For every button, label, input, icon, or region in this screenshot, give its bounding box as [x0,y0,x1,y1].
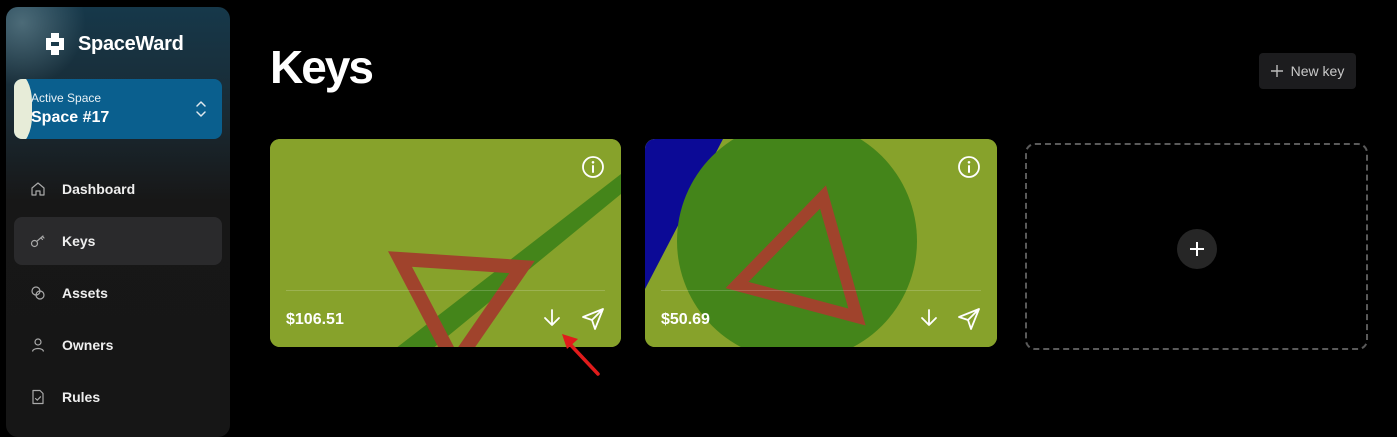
new-key-label: New key [1290,63,1345,79]
key-balance: $106.51 [286,311,344,328]
card-divider [661,290,981,291]
plus-icon [1270,65,1283,77]
sidebar-item-label: Keys [62,233,96,249]
sidebar-item-keys[interactable]: Keys [14,217,222,265]
active-space-name: Space #17 [31,109,110,126]
sidebar-item-label: Rules [62,389,101,405]
add-key-card[interactable] [1025,143,1368,350]
sidebar-item-label: Dashboard [62,181,136,197]
sidebar: SpaceWard Active Space Space #17 Dashboa… [6,7,230,437]
sidebar-nav: Dashboard Keys Assets Owners Rules [14,165,222,425]
chevron-up-down-icon [196,101,206,117]
home-icon [31,182,45,196]
spaceward-logo-icon [46,33,64,55]
key-card[interactable]: $50.69 [645,139,997,347]
sidebar-item-owners[interactable]: Owners [14,321,222,369]
space-avatar [14,79,32,139]
plus-icon [1190,242,1204,256]
key-icon [30,235,45,248]
sidebar-item-label: Owners [62,337,114,353]
sidebar-item-rules[interactable]: Rules [14,373,222,421]
sidebar-item-label: Assets [62,285,108,301]
card-divider [286,290,605,291]
coins-icon [31,286,45,300]
active-space-selector[interactable]: Active Space Space #17 [14,79,222,139]
send-icon[interactable] [956,306,982,332]
key-card[interactable]: $106.51 [270,139,621,347]
sidebar-item-assets[interactable]: Assets [14,269,222,317]
file-check-icon [32,389,44,405]
download-icon[interactable] [541,307,563,329]
add-key-button[interactable] [1177,229,1217,269]
download-icon[interactable] [918,307,940,329]
info-icon[interactable] [957,155,981,179]
new-key-button[interactable]: New key [1259,53,1356,89]
brand[interactable]: SpaceWard [42,29,184,59]
user-icon [31,338,45,352]
annotation-arrow-icon [562,334,600,376]
sidebar-item-dashboard[interactable]: Dashboard [14,165,222,213]
page-title: Keys [270,41,374,93]
info-icon[interactable] [581,155,605,179]
brand-name: SpaceWard [78,32,184,55]
active-space-label: Active Space [31,91,102,105]
key-balance: $50.69 [661,311,710,328]
